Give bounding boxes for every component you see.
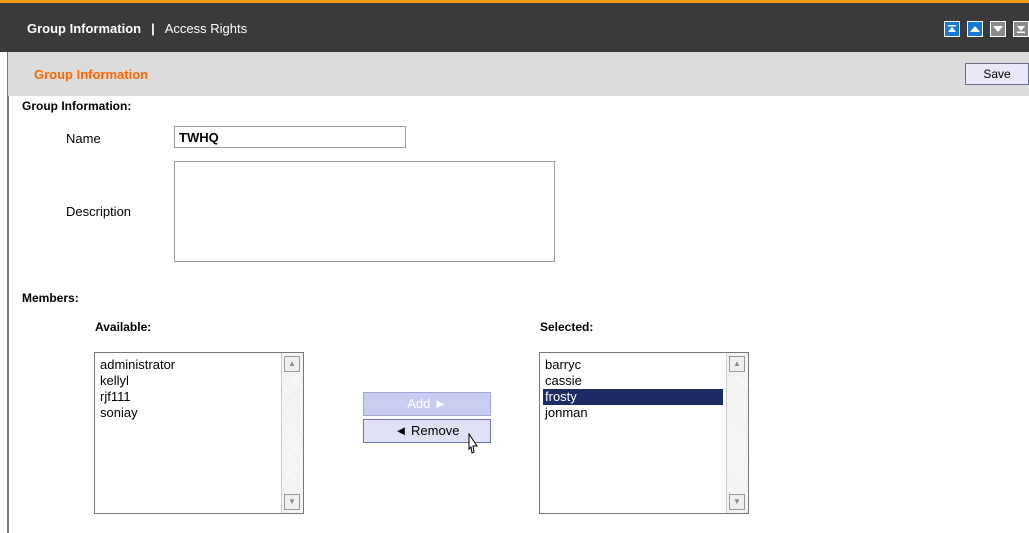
list-item[interactable]: kellyl [98, 373, 278, 389]
name-label: Name [66, 131, 101, 146]
list-item[interactable]: jonman [543, 405, 723, 421]
top-navigation-bar: Group Information | Access Rights [0, 0, 1029, 52]
description-field[interactable] [174, 161, 555, 262]
tab-strip: Group Information | Access Rights [27, 21, 247, 36]
move-up-icon[interactable] [967, 21, 983, 37]
selected-label: Selected: [540, 320, 594, 334]
list-item[interactable]: administrator [98, 357, 278, 373]
selected-list[interactable]: barryc cassie frosty jonman ▲ ▼ [539, 352, 749, 514]
list-item[interactable]: barryc [543, 357, 723, 373]
available-label: Available: [95, 320, 152, 334]
tab-access-rights[interactable]: Access Rights [165, 21, 247, 36]
add-button[interactable]: Add ► [363, 392, 491, 416]
list-item[interactable]: rjf111 [98, 389, 278, 405]
page-title: Group Information [34, 67, 149, 82]
members-heading: Members: [22, 291, 79, 305]
available-items: administrator kellyl rjf111 soniay [98, 357, 278, 421]
save-button[interactable]: Save [965, 63, 1029, 85]
available-scrollbar[interactable]: ▲ ▼ [281, 353, 303, 513]
subheader-bar: Group Information Save [8, 52, 1029, 96]
move-bottom-icon[interactable] [1013, 21, 1029, 37]
selected-items: barryc cassie frosty jonman [543, 357, 723, 421]
move-top-icon[interactable] [944, 21, 960, 37]
name-field[interactable] [174, 126, 406, 148]
description-label: Description [66, 204, 132, 219]
move-down-icon[interactable] [990, 21, 1006, 37]
scroll-up-icon[interactable]: ▲ [729, 356, 745, 372]
list-item[interactable]: soniay [98, 405, 278, 421]
selected-scrollbar[interactable]: ▲ ▼ [726, 353, 748, 513]
mouse-pointer-icon [468, 433, 478, 454]
available-list[interactable]: administrator kellyl rjf111 soniay ▲ ▼ [94, 352, 304, 514]
group-information-heading: Group Information: [22, 99, 132, 113]
group-editor: Group Information | Access Rights Group In… [0, 0, 1029, 533]
list-item[interactable]: cassie [543, 373, 723, 389]
scroll-up-icon[interactable]: ▲ [284, 356, 300, 372]
left-border [7, 52, 9, 533]
scroll-down-icon[interactable]: ▼ [284, 494, 300, 510]
scroll-down-icon[interactable]: ▼ [729, 494, 745, 510]
list-item-selected[interactable]: frosty [543, 389, 723, 405]
reorder-toolbar [944, 21, 1029, 37]
tab-separator: | [151, 21, 155, 36]
tab-group-information[interactable]: Group Information [27, 21, 141, 36]
